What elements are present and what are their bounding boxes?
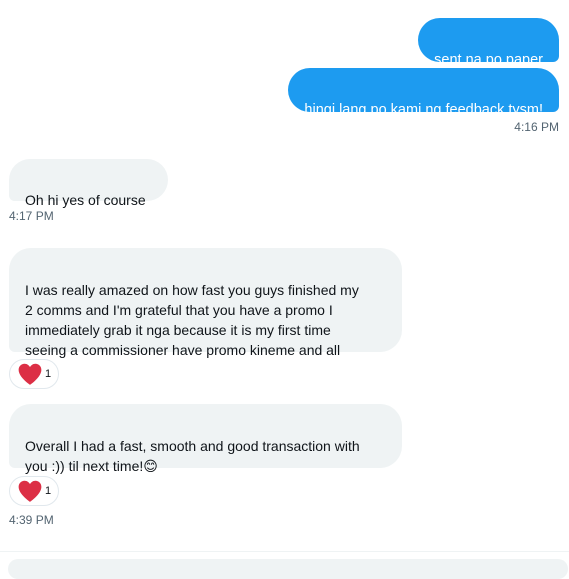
message-composer[interactable] (8, 559, 568, 579)
reaction-count: 1 (44, 368, 52, 380)
composer-divider (0, 551, 569, 552)
reaction-count: 1 (44, 485, 52, 497)
sent-timestamp: 4:16 PM (514, 120, 559, 134)
received-message-bubble[interactable]: I was really amazed on how fast you guys… (9, 248, 402, 358)
sent-message-text: hingi lang po kami ng feedback tysm! (304, 102, 543, 118)
heart-icon (17, 479, 43, 503)
smiling-face-emoji: 😊 (143, 458, 158, 474)
received-timestamp: 4:39 PM (9, 513, 54, 527)
received-message-bubble[interactable]: Oh hi yes of course (9, 159, 168, 208)
heart-icon (17, 362, 43, 386)
received-message-text: Oh hi yes of course (25, 192, 146, 208)
sent-message-bubble[interactable]: sent na po paper (418, 18, 559, 68)
received-message-text: Overall I had a fast, smooth and good tr… (25, 438, 360, 474)
received-message-bubble[interactable]: Overall I had a fast, smooth and good tr… (9, 404, 402, 474)
reaction-badge[interactable]: 1 (9, 359, 59, 389)
reaction-badge[interactable]: 1 (9, 476, 59, 506)
received-timestamp: 4:17 PM (9, 209, 54, 223)
sent-message-text: sent na po paper (434, 52, 543, 68)
sent-message-bubble[interactable]: hingi lang po kami ng feedback tysm! (288, 68, 559, 118)
received-message-text: I was really amazed on how fast you guys… (25, 282, 359, 358)
